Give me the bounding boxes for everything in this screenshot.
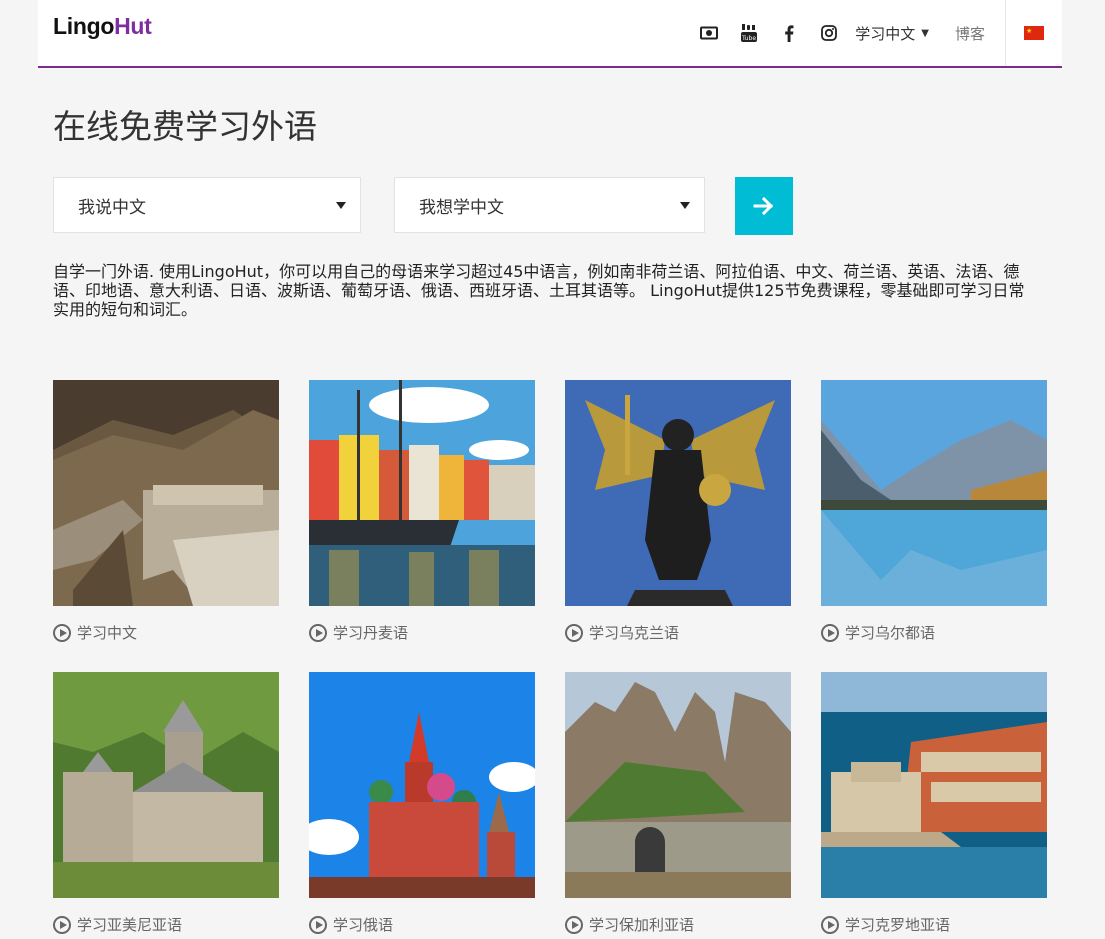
money-icon[interactable] <box>689 0 729 66</box>
course-card[interactable]: 学习俄语 <box>309 672 535 935</box>
target-language-value: 我想学中文 <box>419 197 504 218</box>
nyhavn-harbor-image[interactable] <box>309 380 535 606</box>
mountain-lake-image[interactable] <box>821 380 1047 606</box>
play-icon <box>309 915 327 934</box>
page-title: 在线免费学习外语 <box>53 107 317 146</box>
card-label-text: 学习保加利亚语 <box>589 916 695 934</box>
language-flag-button[interactable]: ★ <box>1005 0 1062 66</box>
course-card[interactable]: 学习克罗地亚语 <box>821 672 1047 935</box>
arrow-right-icon <box>753 196 774 216</box>
dropdown-arrow-icon <box>336 202 346 209</box>
blog-link[interactable]: 博客 <box>941 0 1005 66</box>
logo-text-lingo: Lingo <box>53 13 115 39</box>
play-icon <box>53 623 71 642</box>
native-language-select[interactable]: 我说中文 <box>53 177 361 233</box>
card-label-text: 学习俄语 <box>333 916 394 934</box>
rock-fortress-image[interactable] <box>565 672 791 898</box>
intro-paragraph: 自学一门外语. 使用LingoHut，你可以用自己的母语来学习超过45中语言，例… <box>53 262 1025 319</box>
youtube-icon[interactable]: Tube <box>729 0 769 66</box>
go-button[interactable] <box>735 177 793 235</box>
play-icon <box>565 623 583 642</box>
play-icon <box>53 915 71 934</box>
language-menu-label: 学习中文 <box>855 24 916 43</box>
course-card[interactable]: 学习乌克兰语 <box>565 380 791 643</box>
play-icon <box>821 915 839 934</box>
card-label[interactable]: 学习保加利亚语 <box>565 914 791 935</box>
card-label-text: 学习克罗地亚语 <box>845 916 951 934</box>
course-card[interactable]: 学习保加利亚语 <box>565 672 791 935</box>
card-label-text: 学习乌克兰语 <box>589 624 680 642</box>
stone-monastery-image[interactable] <box>53 672 279 898</box>
china-flag-icon: ★ <box>1024 26 1044 40</box>
course-card[interactable]: 学习中文 <box>53 380 279 643</box>
caret-down-icon: ▼ <box>921 27 929 39</box>
course-card[interactable]: 学习亚美尼亚语 <box>53 672 279 935</box>
site-header: LingoHut Tube 学习中文 ▼ 博客 ★ <box>38 0 1062 68</box>
target-language-select[interactable]: 我想学中文 <box>394 177 705 233</box>
course-card[interactable]: 学习丹麦语 <box>309 380 535 643</box>
card-label-text: 学习亚美尼亚语 <box>77 916 183 934</box>
great-wall-image[interactable] <box>53 380 279 606</box>
top-nav: Tube 学习中文 ▼ 博客 ★ <box>689 0 1062 66</box>
card-label[interactable]: 学习克罗地亚语 <box>821 914 1047 935</box>
play-icon <box>565 915 583 934</box>
card-label[interactable]: 学习乌尔都语 <box>821 622 1047 643</box>
logo-text-hut: Hut <box>114 13 152 39</box>
play-icon <box>821 623 839 642</box>
dubrovnik-coast-image[interactable] <box>821 672 1047 898</box>
instagram-icon[interactable] <box>809 0 849 66</box>
card-label-text: 学习丹麦语 <box>333 624 409 642</box>
card-label-text: 学习乌尔都语 <box>845 624 936 642</box>
archangel-statue-image[interactable] <box>565 380 791 606</box>
card-label[interactable]: 学习中文 <box>53 622 279 643</box>
st-basils-cathedral-image[interactable] <box>309 672 535 898</box>
lingohut-logo[interactable]: LingoHut <box>53 13 152 40</box>
card-label[interactable]: 学习乌克兰语 <box>565 622 791 643</box>
facebook-icon[interactable] <box>769 0 809 66</box>
card-label-text: 学习中文 <box>77 624 138 642</box>
course-card[interactable]: 学习乌尔都语 <box>821 380 1047 643</box>
svg-text:Tube: Tube <box>741 35 756 42</box>
page: LingoHut Tube 学习中文 ▼ 博客 ★ 在线免费学习外语 我说中文 <box>38 0 1062 939</box>
card-label[interactable]: 学习亚美尼亚语 <box>53 914 279 935</box>
card-label[interactable]: 学习丹麦语 <box>309 622 535 643</box>
dropdown-arrow-icon <box>680 202 690 209</box>
native-language-value: 我说中文 <box>78 197 146 218</box>
card-label[interactable]: 学习俄语 <box>309 914 535 935</box>
learn-language-menu[interactable]: 学习中文 ▼ <box>849 0 941 66</box>
play-icon <box>309 623 327 642</box>
